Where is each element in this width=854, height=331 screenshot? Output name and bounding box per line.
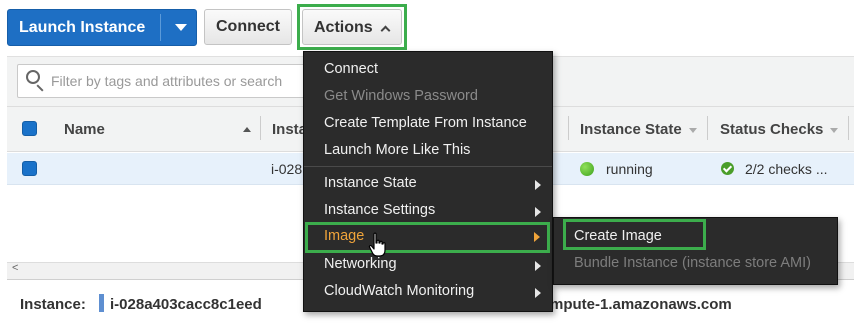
column-separator[interactable]: [568, 116, 569, 140]
menu-item-get-windows-password: Get Windows Password: [324, 88, 478, 104]
connect-button[interactable]: Connect: [204, 9, 292, 45]
sort-asc-icon[interactable]: [243, 127, 251, 132]
caret-down-icon[interactable]: [175, 24, 187, 31]
row-checkbox[interactable]: [22, 161, 37, 176]
instance-color-marker: [99, 294, 104, 312]
row-status-checks[interactable]: 2/2 checks ...: [745, 161, 827, 177]
submenu-arrow-icon: [534, 232, 540, 242]
launch-divider: [160, 14, 161, 41]
actions-button-highlight: Actions: [297, 4, 407, 50]
sort-desc-icon[interactable]: [689, 128, 697, 133]
sort-desc-icon[interactable]: [830, 128, 838, 133]
scroll-left-arrow[interactable]: <: [12, 262, 18, 274]
search-placeholder: Filter by tags and attributes or search: [51, 73, 283, 89]
menu-item-instance-state[interactable]: Instance State: [324, 175, 417, 191]
column-separator[interactable]: [707, 116, 708, 140]
check-icon: [721, 162, 734, 175]
chevron-up-icon: [380, 25, 391, 36]
submenu-arrow-icon: [535, 180, 541, 190]
row-instance-state: running: [606, 161, 653, 177]
search-icon: [26, 70, 40, 84]
column-header-instance-state[interactable]: Instance State: [580, 121, 682, 138]
menu-item-instance-settings[interactable]: Instance Settings: [324, 202, 435, 218]
instance-detail-id: i-028a403cacc8c1eed: [110, 296, 262, 313]
column-header-name[interactable]: Name: [64, 121, 105, 138]
actions-button[interactable]: Actions: [302, 9, 402, 45]
select-all-checkbox[interactable]: [22, 121, 37, 136]
hand-cursor-icon: [368, 232, 386, 257]
submenu-arrow-icon: [535, 288, 541, 298]
column-separator[interactable]: [260, 116, 261, 140]
launch-instance-button[interactable]: Launch Instance: [7, 9, 197, 46]
actions-label: Actions: [314, 19, 373, 36]
menu-item-image[interactable]: Image: [324, 228, 364, 244]
submenu-arrow-icon: [535, 261, 541, 271]
column-header-instance-id[interactable]: Insta: [272, 121, 307, 138]
status-running-icon: [580, 162, 594, 176]
instance-detail-dns: mpute-1.amazonaws.com: [550, 296, 732, 313]
row-instance-id: i-028: [271, 161, 303, 177]
menu-item-launch-more[interactable]: Launch More Like This: [324, 142, 470, 158]
column-separator[interactable]: [848, 116, 849, 140]
menu-item-networking[interactable]: Networking: [324, 256, 397, 272]
actions-menu: Connect Get Windows Password Create Temp…: [303, 51, 553, 312]
launch-instance-label: Launch Instance: [19, 19, 146, 36]
submenu-item-bundle-instance: Bundle Instance (instance store AMI): [574, 255, 811, 271]
menu-item-cloudwatch[interactable]: CloudWatch Monitoring: [324, 283, 474, 299]
submenu-arrow-icon: [535, 207, 541, 217]
submenu-item-create-image[interactable]: Create Image: [574, 228, 662, 244]
column-header-status-checks[interactable]: Status Checks: [720, 121, 823, 138]
menu-item-create-template[interactable]: Create Template From Instance: [324, 115, 527, 131]
menu-item-connect[interactable]: Connect: [324, 61, 378, 77]
menu-separator: [304, 166, 552, 167]
instance-detail-label: Instance:: [20, 296, 86, 313]
